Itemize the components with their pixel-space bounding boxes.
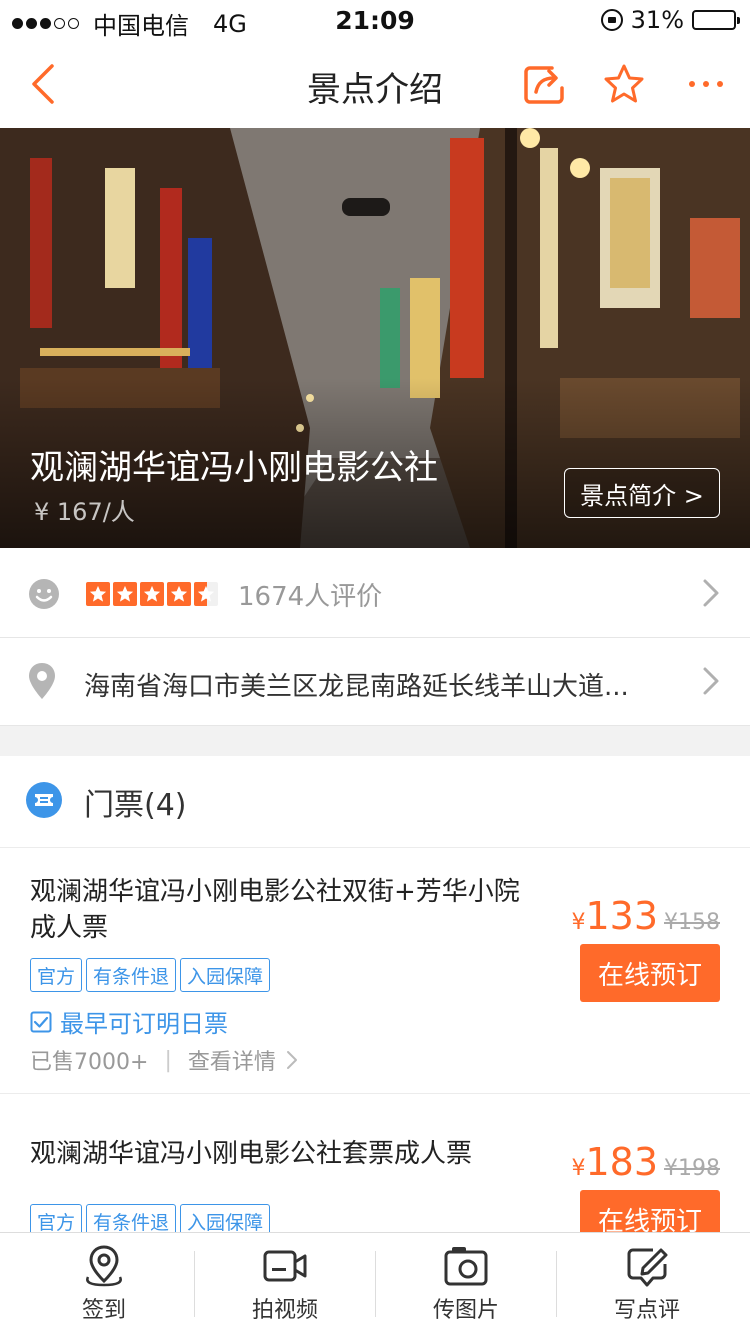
price-currency: ¥ xyxy=(571,910,586,935)
sold-count: 已售7000+ xyxy=(30,1050,149,1075)
view-details-link[interactable]: 查看详情 xyxy=(188,1044,276,1076)
tag-refund: 有条件退 xyxy=(86,958,177,992)
ticket-name: 观澜湖华谊冯小刚电影公社双街+芳华小院成人票 xyxy=(30,877,520,943)
tab-review[interactable]: 写点评 xyxy=(557,1233,737,1334)
booking-note-text: 最早可订明日票 xyxy=(60,1010,228,1038)
address-row[interactable]: 海南省海口市美兰区龙昆南路延长线羊山大道... xyxy=(0,638,750,726)
share-icon[interactable] xyxy=(522,62,566,106)
tab-video[interactable]: 拍视频 xyxy=(195,1233,375,1334)
ticket-item[interactable]: 观澜湖华谊冯小刚电影公社双街+芳华小院成人票 官方 有条件退 入园保障 最早可订… xyxy=(0,848,750,1094)
tickets-title: 门票(4) xyxy=(84,788,187,823)
tickets-header: 门票(4) xyxy=(0,756,750,848)
tab-label: 拍视频 xyxy=(251,1298,318,1323)
ticket-name: 观澜湖华谊冯小刚电影公社套票成人票 xyxy=(30,1139,473,1169)
status-right: 31% xyxy=(600,6,740,34)
original-price: ¥158 xyxy=(664,910,720,935)
star-full-icon xyxy=(167,582,191,606)
ticket-tags: 官方 有条件退 入园保障 xyxy=(30,1204,271,1234)
price-value: 183 xyxy=(585,1140,658,1184)
tag-entry-guarantee: 入园保障 xyxy=(180,958,271,992)
chevron-right-icon xyxy=(703,667,719,695)
more-icon[interactable] xyxy=(684,62,728,106)
original-price: ¥198 xyxy=(664,1156,720,1181)
star-full-icon xyxy=(113,582,137,606)
chevron-right-icon xyxy=(286,1051,297,1069)
section-gap xyxy=(0,726,750,756)
hero-banner[interactable]: 观澜湖华谊冯小刚电影公社 ¥ 167/人 景点简介 > xyxy=(0,128,750,548)
ticket-item[interactable]: 观澜湖华谊冯小刚电影公社套票成人票 官方 有条件退 入园保障 ¥ 183 ¥19… xyxy=(0,1094,750,1234)
sold-line: 已售7000+ | 查看详情 xyxy=(30,1044,298,1076)
ticket-price: ¥ 133 ¥158 xyxy=(571,894,720,938)
rating-stars xyxy=(86,582,218,606)
tag-entry-guarantee: 入园保障 xyxy=(180,1204,271,1234)
intro-button[interactable]: 景点简介 > xyxy=(564,468,720,518)
location-pin-icon xyxy=(29,663,55,699)
ticket-price: ¥ 183 ¥198 xyxy=(571,1140,720,1184)
video-camera-icon xyxy=(263,1250,307,1282)
booking-note: 最早可订明日票 xyxy=(30,1004,228,1039)
rating-row[interactable]: 1674人评价 xyxy=(0,548,750,638)
book-online-button[interactable]: 在线预订 xyxy=(580,1190,720,1234)
battery-percent: 31% xyxy=(630,6,684,34)
tab-label: 传图片 xyxy=(432,1298,499,1323)
smile-icon xyxy=(29,579,59,609)
price-value: 133 xyxy=(585,894,658,938)
tag-refund: 有条件退 xyxy=(86,1204,177,1234)
write-review-icon xyxy=(627,1248,668,1287)
chevron-right-icon xyxy=(703,579,719,607)
tab-photo[interactable]: 传图片 xyxy=(376,1233,556,1334)
checkin-pin-icon xyxy=(86,1245,122,1287)
rotation-lock-icon xyxy=(600,9,623,31)
ticket-tags: 官方 有条件退 入园保障 xyxy=(30,958,271,992)
price-currency: ¥ xyxy=(571,1156,586,1181)
tab-label: 签到 xyxy=(81,1298,126,1323)
checkbox-icon xyxy=(30,1011,52,1032)
rating-count: 1674人评价 xyxy=(238,582,383,612)
bottom-action-bar: 签到 拍视频 传图片 写点评 xyxy=(0,1232,750,1334)
battery-icon xyxy=(692,10,740,30)
attraction-name: 观澜湖华谊冯小刚电影公社 xyxy=(30,448,438,488)
ticket-icon xyxy=(26,782,62,818)
address-text: 海南省海口市美兰区龙昆南路延长线羊山大道... xyxy=(84,672,629,702)
tab-label: 写点评 xyxy=(613,1298,680,1323)
star-icon[interactable] xyxy=(602,62,646,106)
star-half-icon xyxy=(194,582,218,606)
photo-upload-icon xyxy=(444,1247,488,1286)
tag-official: 官方 xyxy=(30,1204,83,1234)
status-bar: 中国电信 4G 21:09 31% xyxy=(0,0,750,40)
separator: | xyxy=(164,1047,172,1073)
star-full-icon xyxy=(86,582,110,606)
tag-official: 官方 xyxy=(30,958,83,992)
attraction-price: ¥ 167/人 xyxy=(34,498,135,526)
nav-bar: 景点介绍 xyxy=(0,40,750,128)
book-online-button[interactable]: 在线预订 xyxy=(580,944,720,1002)
tab-checkin[interactable]: 签到 xyxy=(14,1233,194,1334)
star-full-icon xyxy=(140,582,164,606)
